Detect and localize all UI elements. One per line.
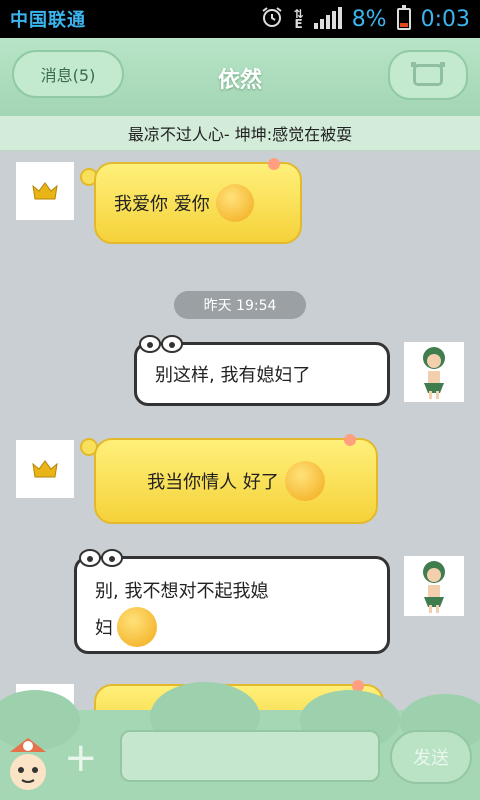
- add-attachment-button[interactable]: +: [64, 738, 98, 778]
- emoji-panel-button[interactable]: [4, 734, 52, 794]
- menu-icon: [411, 62, 445, 86]
- message-text: 我爱你 爱你: [114, 194, 210, 215]
- crown-icon: [32, 460, 58, 478]
- message-text: 别这样, 我有媳妇了: [155, 365, 311, 386]
- menu-button[interactable]: [388, 50, 468, 100]
- sweat-emoji-icon: [117, 607, 157, 647]
- contact-signature: 最凉不过人心- 坤坤:感觉在被耍: [0, 116, 480, 151]
- battery-icon: [396, 5, 411, 30]
- avatar[interactable]: [404, 556, 464, 616]
- avatar[interactable]: [404, 342, 464, 402]
- message-bubble[interactable]: 我当你情人 好了: [94, 438, 378, 524]
- eyes-decoration-icon: [139, 335, 183, 353]
- contact-name: 依然: [217, 68, 262, 93]
- message-text: 我当你情人 好了: [147, 472, 279, 493]
- network-type-icon: ⇅ E: [293, 7, 304, 31]
- avatar[interactable]: [16, 162, 74, 220]
- back-messages-button[interactable]: 消息(5): [12, 50, 124, 98]
- message-input[interactable]: [120, 730, 380, 782]
- kiss-emoji-icon: [215, 184, 254, 222]
- battery-percent: 8%: [351, 6, 387, 32]
- message-bubble[interactable]: 我爱你 爱你: [94, 162, 302, 244]
- message-text-line: 妇: [95, 618, 113, 639]
- cartoon-face-icon: [10, 738, 46, 790]
- carrier-label: 中国联通: [10, 10, 86, 31]
- girl-avatar-icon: [423, 561, 445, 613]
- dizzy-emoji-icon: [284, 461, 325, 501]
- clock: 0:03: [420, 6, 470, 32]
- signal-icon: [313, 7, 342, 29]
- alarm-icon: [260, 5, 284, 33]
- send-button[interactable]: 发送: [390, 730, 472, 784]
- chat-area[interactable]: 我爱你 爱你 昨天 19:54 别这样, 我有媳妇了 我当你情人 好了 别, 我…: [0, 150, 480, 710]
- crown-icon: [32, 182, 58, 200]
- avatar[interactable]: [16, 440, 74, 498]
- timestamp: 昨天 19:54: [174, 291, 306, 319]
- message-bubble[interactable]: 别, 我不想对不起我媳 妇: [74, 556, 390, 654]
- status-bar: 中国联通 ⇅ E 8% 0:03: [0, 0, 480, 38]
- eyes-decoration-icon: [79, 549, 123, 567]
- chat-header: 消息(5) 依然: [0, 38, 480, 117]
- message-text-line: 别, 我不想对不起我媳: [95, 581, 269, 602]
- girl-avatar-icon: [423, 347, 445, 399]
